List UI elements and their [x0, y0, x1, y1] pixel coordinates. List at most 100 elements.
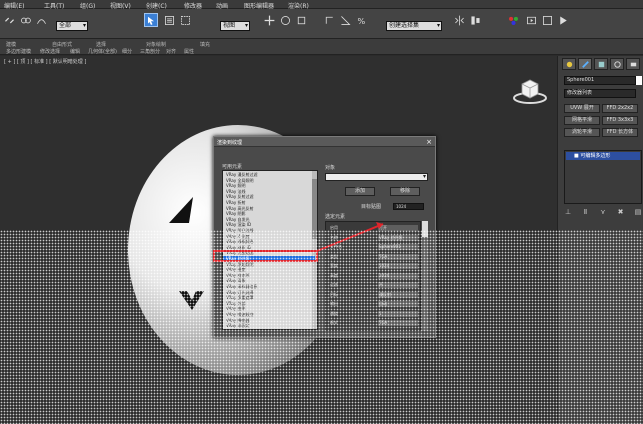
unlink-icon[interactable] — [18, 13, 32, 27]
dialog-titlebar[interactable]: 渲染到纹理 × — [214, 137, 435, 147]
element-list-item[interactable]: VRay 背景 — [226, 278, 312, 283]
property-value[interactable]: Sphere001 — [378, 244, 418, 250]
property-value[interactable]: TGA — [378, 320, 418, 326]
ref-coord-dropdown[interactable]: 视图 — [220, 21, 250, 31]
modifier-button-meshsmooth[interactable]: 网格平滑 — [564, 116, 600, 125]
select-by-name-icon[interactable] — [162, 13, 176, 27]
ribbon-group-align[interactable]: 对齐 — [166, 48, 176, 55]
make-unique-icon[interactable]: ⋎ — [599, 208, 607, 216]
property-value[interactable]: 漫反射 — [378, 291, 418, 298]
property-value[interactable]: 自动 — [378, 301, 418, 307]
modifier-button-uvw-unwrap[interactable]: UVW 展开 — [564, 104, 600, 113]
modifier-button-ffd-box[interactable]: FFD 长方体 — [602, 128, 638, 137]
rotate-icon[interactable] — [278, 13, 292, 27]
modifier-stack-item[interactable]: ■ 可编辑多边形 — [566, 152, 640, 160]
property-value[interactable]: 打开 — [378, 225, 418, 231]
property-value[interactable]: VRay 总光照 — [378, 234, 418, 241]
element-list-item[interactable]: VRay 灯光选择 — [226, 290, 312, 295]
element-list-item[interactable]: VRay 阴影 — [226, 211, 312, 216]
element-list-item[interactable]: VRay 总光照 — [223, 256, 315, 261]
element-list-item[interactable]: VRay 原始照明 — [226, 262, 312, 267]
motion-tab-icon[interactable] — [610, 58, 624, 70]
property-value[interactable]: 1024 — [378, 263, 418, 269]
element-list-item[interactable]: VRay 速度 — [226, 267, 312, 272]
ribbon-tab-modeling[interactable]: 建模 — [6, 41, 16, 48]
remove-modifier-icon[interactable]: ✖ — [617, 208, 625, 216]
snap-toggle-icon[interactable] — [322, 13, 336, 27]
display-tab-icon[interactable] — [626, 58, 640, 70]
named-selection-dropdown[interactable]: 创建选择集 — [386, 21, 442, 31]
properties-scrollbar-thumb[interactable] — [422, 221, 428, 237]
element-list-item[interactable]: VRay 噪波级别 — [226, 312, 312, 317]
element-list-item[interactable]: VRay 漫反射过滤 — [226, 172, 312, 177]
ribbon-group-properties[interactable]: 属性 — [184, 48, 194, 55]
element-list-item[interactable]: VRay 采样器信息 — [226, 284, 312, 289]
element-list-item[interactable]: VRay 高光反射 — [226, 206, 312, 211]
element-list-item[interactable]: VRay 凹凸法线 — [226, 228, 312, 233]
move-icon[interactable] — [262, 13, 276, 27]
list-scrollbar[interactable] — [312, 171, 317, 329]
element-list-item[interactable]: VRay Z 深度 — [226, 234, 312, 239]
property-value[interactable]: 1 — [378, 310, 418, 317]
remove-element-button[interactable]: 移除 — [390, 187, 420, 196]
object-name-field[interactable]: Sphere001 — [564, 76, 636, 85]
available-elements-list[interactable]: VRay 漫反射过滤 VRay 全局照明 VRay 照明 VRay 法线 VRay 反射… — [222, 170, 318, 330]
property-value[interactable]: 开 — [378, 282, 418, 288]
element-list-item[interactable]: VRay 多重遮罩 — [226, 295, 312, 300]
object-combo[interactable] — [325, 173, 428, 181]
modify-tab-icon[interactable] — [578, 58, 592, 70]
element-list-item[interactable]: VRay 反射过滤 — [226, 194, 312, 199]
link-icon[interactable] — [2, 13, 16, 27]
element-list-item[interactable]: VRay 全局照明 — [226, 178, 312, 183]
align-icon[interactable] — [468, 13, 482, 27]
viewport-label[interactable]: [ + ] [ 顶 ] [ 标准 ] [ 默认明暗处理 ] — [4, 58, 86, 65]
modifier-button-ffd-2x2[interactable]: FFD 2x2x2 — [602, 104, 638, 113]
ribbon-group-modify-selection[interactable]: 修改选择 — [40, 48, 60, 55]
rect-region-icon[interactable] — [178, 13, 192, 27]
ribbon-group-poly-modeling[interactable]: 多边形建模 — [6, 48, 31, 55]
percent-snap-icon[interactable]: % — [354, 13, 368, 27]
target-map-spinner[interactable]: 1024 — [393, 203, 424, 210]
element-list-item[interactable]: VRay 照明 — [226, 183, 312, 188]
modifier-stack[interactable]: ■ 可编辑多边形 — [564, 150, 642, 204]
scale-icon[interactable] — [294, 13, 308, 27]
ribbon-group-subdivision[interactable]: 细分 — [122, 48, 132, 55]
add-element-button[interactable]: 添加 — [345, 187, 375, 196]
selection-filter-dropdown[interactable]: 全部 — [56, 21, 88, 31]
create-tab-icon[interactable] — [562, 58, 576, 70]
property-value[interactable]: TGA — [378, 253, 418, 260]
ribbon-tab-object-paint[interactable]: 对象绘制 — [146, 41, 166, 48]
modifier-button-turbosmooth[interactable]: 涡轮平滑 — [564, 128, 600, 137]
element-list-item[interactable]: VRay 折射 — [226, 200, 312, 205]
bind-space-warp-icon[interactable] — [34, 13, 48, 27]
list-scrollbar-thumb[interactable] — [312, 179, 317, 239]
properties-scrollbar[interactable] — [422, 221, 428, 331]
close-icon[interactable]: × — [426, 138, 432, 146]
material-editor-icon[interactable] — [506, 13, 520, 27]
mirror-icon[interactable] — [452, 13, 466, 27]
object-color-swatch[interactable] — [636, 76, 642, 85]
ribbon-tab-populate[interactable]: 填充 — [200, 41, 210, 48]
element-list-item[interactable]: VRay 渲染 ID — [226, 222, 312, 227]
select-object-icon[interactable] — [144, 13, 158, 27]
element-list-item[interactable]: VRay 线框颜色 — [226, 239, 312, 244]
ribbon-tab-freeform[interactable]: 自由形式 — [52, 41, 72, 48]
ribbon-tab-selection[interactable]: 选择 — [96, 41, 106, 48]
viewcube[interactable] — [512, 76, 548, 108]
element-list-item[interactable]: VRay 非固定 — [226, 323, 312, 328]
hierarchy-tab-icon[interactable] — [594, 58, 608, 70]
configure-sets-icon[interactable]: ▤ — [634, 208, 642, 216]
element-list-item[interactable]: VRay 完整贴图 — [226, 250, 312, 255]
render-production-icon[interactable] — [556, 13, 570, 27]
modifier-button-ffd-3x3[interactable]: FFD 3x3x3 — [602, 116, 638, 125]
render-frame-icon[interactable] — [540, 13, 554, 27]
element-list-item[interactable]: VRay 曲率 — [226, 306, 312, 311]
ribbon-group-triangulation[interactable]: 三角剖分 — [140, 48, 160, 55]
modifier-list-dropdown[interactable]: 修改器列表 — [564, 89, 636, 98]
pin-stack-icon[interactable]: ⊥ — [564, 208, 572, 216]
show-end-result-icon[interactable]: Ⅱ — [582, 208, 590, 216]
render-setup-icon[interactable] — [524, 13, 538, 27]
property-value[interactable]: 1024 — [378, 272, 418, 279]
ribbon-group-geometry[interactable]: 几何体(全部) — [88, 48, 117, 55]
ribbon-group-edit[interactable]: 编辑 — [70, 48, 80, 55]
